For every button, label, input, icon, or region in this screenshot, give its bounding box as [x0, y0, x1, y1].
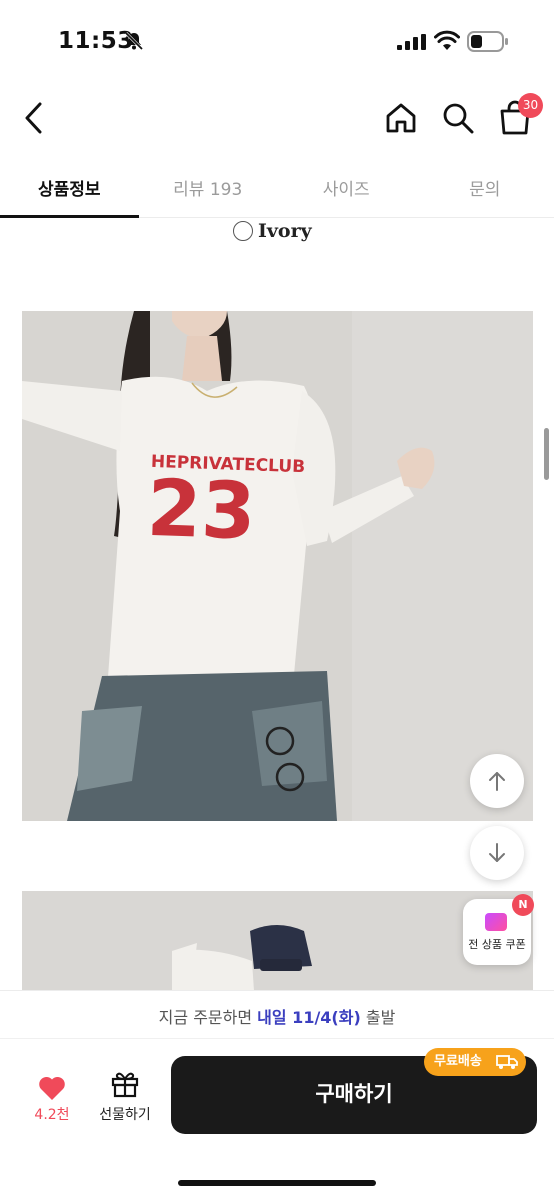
home-indicator — [178, 1180, 376, 1186]
product-tabs: 상품정보 리뷰 193 사이즈 문의 — [0, 160, 554, 218]
shipping-notice: 지금 주문하면 내일 11/4(화) 출발 — [0, 1004, 554, 1028]
truck-icon — [496, 1055, 518, 1069]
chevron-left-icon[interactable] — [18, 98, 52, 138]
page-scrollbar[interactable] — [544, 428, 549, 480]
bottom-divider — [0, 1038, 554, 1039]
free-shipping-label: 무료배송 — [434, 1054, 482, 1069]
shirt-print-number: 23 — [145, 464, 257, 558]
gift-icon — [111, 1072, 139, 1098]
model-illustration-2 — [22, 891, 533, 991]
tab-inquiry[interactable]: 문의 — [416, 160, 554, 217]
app-header — [0, 88, 554, 148]
coupon-new-badge: N — [512, 894, 534, 916]
model-illustration: HEPRIVATECLUB 23 — [22, 311, 533, 821]
coupon-icon — [485, 913, 507, 931]
cart-count-badge: 30 — [518, 93, 543, 118]
color-option: Ivory — [233, 218, 312, 244]
scroll-to-bottom-button[interactable] — [470, 826, 524, 880]
coupon-label: 전 상품 쿠폰 — [468, 938, 526, 951]
gift-label: 선물하기 — [99, 1107, 151, 1123]
radio-circle-icon — [233, 221, 253, 241]
arrow-down-icon — [489, 843, 505, 862]
like-count: 4.2천 — [34, 1107, 70, 1123]
shipping-date-highlight: 내일 11/4(화) — [257, 1008, 361, 1027]
wifi-icon — [434, 30, 460, 50]
arrow-up-icon — [489, 772, 505, 791]
battery-icon — [467, 31, 508, 52]
tab-size[interactable]: 사이즈 — [277, 160, 416, 217]
color-option-label: Ivory — [258, 220, 312, 242]
tab-reviews[interactable]: 리뷰 193 — [139, 160, 278, 217]
status-bar: 11:53 — [0, 0, 554, 80]
shipping-notice-prefix: 지금 주문하면 — [158, 1008, 258, 1027]
heart-icon — [39, 1076, 65, 1100]
search-icon[interactable] — [440, 100, 476, 136]
product-photo-2 — [22, 891, 533, 991]
cellular-signal-icon — [397, 34, 426, 50]
home-icon[interactable] — [383, 100, 419, 136]
scroll-to-top-button[interactable] — [470, 754, 524, 808]
product-photo: HEPRIVATECLUB 23 — [22, 311, 533, 821]
tab-product-info[interactable]: 상품정보 — [0, 160, 139, 218]
shipping-notice-suffix: 출발 — [360, 1008, 396, 1027]
bell-slash-icon — [124, 31, 144, 51]
